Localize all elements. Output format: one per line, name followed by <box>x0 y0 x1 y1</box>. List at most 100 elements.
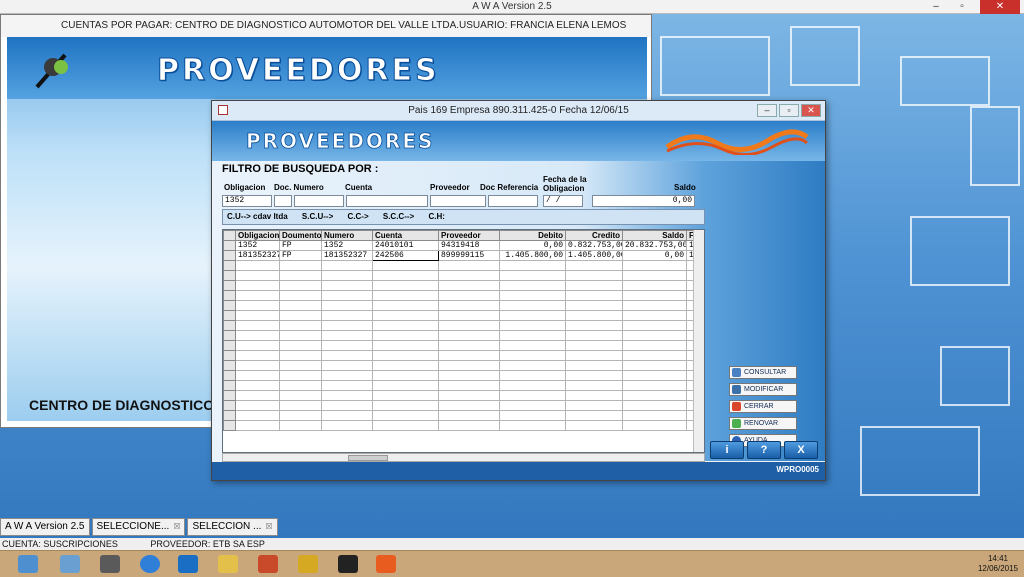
cell[interactable] <box>622 370 687 381</box>
cell[interactable] <box>565 280 623 291</box>
cell[interactable]: FP <box>279 240 322 251</box>
close-button[interactable]: ✕ <box>980 0 1020 14</box>
cell[interactable] <box>372 350 439 361</box>
internet-explorer-icon[interactable] <box>140 555 160 573</box>
table-row-empty[interactable] <box>223 310 696 321</box>
cell[interactable] <box>321 360 373 371</box>
cell[interactable]: 1352 <box>235 240 280 251</box>
cell[interactable] <box>321 410 373 421</box>
col-header[interactable]: Cuenta <box>372 230 439 241</box>
cell[interactable] <box>372 330 439 341</box>
col-header[interactable]: Saldo <box>622 230 687 241</box>
renovar-button[interactable]: RENOVAR <box>729 417 797 430</box>
cell[interactable] <box>565 260 623 271</box>
table-row-empty[interactable] <box>223 270 696 281</box>
grid-vertical-scrollbar[interactable] <box>693 230 704 452</box>
cell[interactable] <box>622 310 687 321</box>
cell[interactable] <box>279 330 322 341</box>
cell[interactable] <box>279 280 322 291</box>
table-row-empty[interactable] <box>223 420 696 431</box>
scroll-thumb[interactable] <box>348 455 388 461</box>
terminal-icon[interactable] <box>338 555 358 573</box>
cell[interactable] <box>321 270 373 281</box>
cell[interactable] <box>321 370 373 381</box>
cell[interactable] <box>438 270 500 281</box>
cell[interactable] <box>321 390 373 401</box>
system-clock[interactable]: 14:41 12/06/2015 <box>978 554 1018 574</box>
cell[interactable] <box>565 310 623 321</box>
cell[interactable] <box>235 260 280 271</box>
cell[interactable] <box>372 310 439 321</box>
cell[interactable] <box>438 360 500 371</box>
cell[interactable] <box>235 310 280 321</box>
app-icon[interactable] <box>258 555 278 573</box>
file-explorer-icon[interactable] <box>18 555 38 573</box>
cell[interactable] <box>279 370 322 381</box>
cell[interactable] <box>372 420 439 431</box>
doc-input[interactable] <box>274 195 292 207</box>
col-header[interactable]: Proveedor <box>438 230 500 241</box>
col-header[interactable]: Credito <box>565 230 623 241</box>
awa-app-icon[interactable] <box>376 555 396 573</box>
cell[interactable] <box>372 320 439 331</box>
cell[interactable]: 1.405.800,00 <box>565 250 623 261</box>
cell[interactable] <box>499 360 566 371</box>
cell[interactable] <box>279 360 322 371</box>
cell[interactable]: 24010101 <box>372 240 439 251</box>
folder-icon[interactable] <box>218 555 238 573</box>
table-row-empty[interactable] <box>223 320 696 331</box>
cell[interactable] <box>321 340 373 351</box>
table-row-empty[interactable] <box>223 350 696 361</box>
cell[interactable] <box>321 400 373 411</box>
col-header[interactable]: Debito <box>499 230 566 241</box>
cell[interactable] <box>499 410 566 421</box>
cell[interactable] <box>321 320 373 331</box>
cell[interactable] <box>499 290 566 301</box>
cell[interactable] <box>565 270 623 281</box>
tab-seleccion[interactable]: SELECCION ... ☒ <box>187 518 278 536</box>
cell[interactable] <box>372 290 439 301</box>
cell[interactable] <box>565 410 623 421</box>
help-button[interactable]: ? <box>747 441 781 459</box>
cell[interactable] <box>438 400 500 411</box>
cell[interactable] <box>372 400 439 411</box>
cell[interactable] <box>321 280 373 291</box>
cell[interactable] <box>235 370 280 381</box>
numero-input[interactable] <box>294 195 344 207</box>
cell[interactable] <box>321 330 373 341</box>
cell[interactable] <box>499 400 566 411</box>
cell[interactable] <box>499 340 566 351</box>
cell[interactable] <box>499 330 566 341</box>
tab-seleccione[interactable]: SELECCIONE... ☒ <box>91 518 186 536</box>
cell[interactable] <box>235 400 280 411</box>
cell[interactable] <box>438 310 500 321</box>
results-grid[interactable]: Obligacion Doumento Numero Cuenta Provee… <box>222 229 705 453</box>
cell[interactable] <box>499 390 566 401</box>
cell[interactable] <box>438 330 500 341</box>
cell[interactable]: 0.832.753,00 <box>565 240 623 251</box>
dialog-close-button[interactable]: ✕ <box>801 104 821 117</box>
cell[interactable] <box>235 290 280 301</box>
cerrar-button[interactable]: CERRAR <box>729 400 797 413</box>
cell[interactable]: 181352327 <box>235 250 280 261</box>
cell[interactable] <box>279 410 322 421</box>
modificar-button[interactable]: MODIFICAR <box>729 383 797 396</box>
cell[interactable] <box>235 270 280 281</box>
cell[interactable] <box>279 380 322 391</box>
tab-close-icon[interactable]: ☒ <box>265 519 272 535</box>
table-row[interactable]: 1352 FP 1352 24010101 94319418 0,00 0.83… <box>223 240 696 251</box>
consultar-button[interactable]: CONSULTAR <box>729 366 797 379</box>
cell[interactable] <box>235 350 280 361</box>
table-row-empty[interactable] <box>223 410 696 421</box>
table-row-empty[interactable] <box>223 400 696 411</box>
cell[interactable] <box>321 300 373 311</box>
cell[interactable] <box>438 260 500 271</box>
cell[interactable] <box>622 420 687 431</box>
obligacion-input[interactable]: 1352 <box>222 195 272 207</box>
cell[interactable] <box>622 300 687 311</box>
cell[interactable] <box>565 300 623 311</box>
cell[interactable] <box>499 420 566 431</box>
cell[interactable] <box>622 290 687 301</box>
cell[interactable] <box>499 350 566 361</box>
cell[interactable]: 1.405.800,00 <box>499 250 566 261</box>
